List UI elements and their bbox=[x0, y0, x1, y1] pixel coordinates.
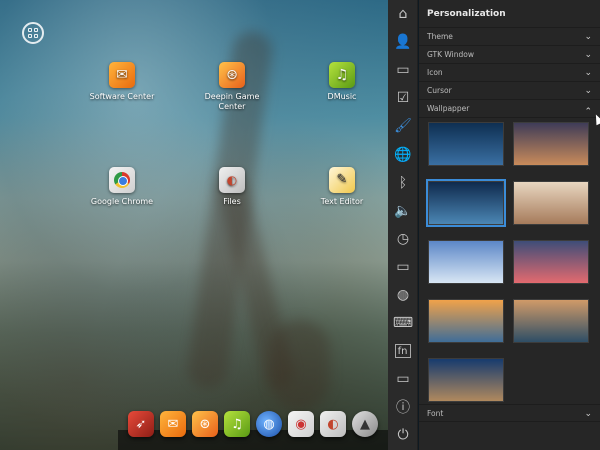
chevron-up-icon: ⌃ bbox=[584, 107, 592, 117]
desktop-icon-software-center[interactable]: ✉ Software Center bbox=[77, 62, 167, 102]
dock-files-icon[interactable]: ◐ bbox=[320, 411, 346, 437]
desktop-icon-label: Files bbox=[223, 197, 241, 206]
desktop-icon-label: Deepin Game Center bbox=[204, 92, 260, 111]
section-font[interactable]: Font ⌄ bbox=[419, 404, 600, 422]
dock-settings-icon[interactable]: ▲ bbox=[352, 411, 378, 437]
dmusic-icon: ♫ bbox=[329, 62, 355, 88]
chevron-down-icon: ⌄ bbox=[584, 32, 592, 42]
chevron-down-icon: ⌄ bbox=[584, 50, 592, 60]
software-center-icon: ✉ bbox=[109, 62, 135, 88]
network-icon[interactable]: 🌐 bbox=[388, 140, 418, 168]
section-cursor[interactable]: Cursor ⌄ bbox=[419, 82, 600, 100]
wallpaper-thumb-wind-turbines[interactable] bbox=[428, 240, 504, 284]
desktop-icon-google-chrome[interactable]: Google Chrome bbox=[77, 167, 167, 207]
dock-game-center-icon[interactable]: ⊛ bbox=[192, 411, 218, 437]
desktop-icon-label: Google Chrome bbox=[90, 197, 154, 206]
wallpaper-thumb-tree-night[interactable] bbox=[426, 179, 506, 227]
desktop-icon-files[interactable]: ◐ Files bbox=[187, 167, 277, 207]
chevron-down-icon: ⌄ bbox=[584, 409, 592, 419]
system-info-icon[interactable]: ▭ bbox=[388, 365, 418, 393]
section-theme[interactable]: Theme ⌄ bbox=[419, 28, 600, 46]
dock-dmusic-icon[interactable]: ♫ bbox=[224, 411, 250, 437]
sound-icon[interactable]: 🔈 bbox=[388, 197, 418, 225]
desktop-icon-label: Text Editor bbox=[320, 197, 364, 206]
desktop-icon-game-center[interactable]: ⊛ Deepin Game Center bbox=[187, 62, 277, 112]
font-icon[interactable]: fn bbox=[394, 344, 411, 359]
panel-title: Personalization bbox=[419, 0, 600, 28]
files-icon: ◐ bbox=[219, 167, 245, 193]
dock-browser-icon[interactable]: ◍ bbox=[256, 411, 282, 437]
game-center-icon: ⊛ bbox=[219, 62, 245, 88]
section-label: Theme bbox=[427, 32, 453, 41]
wallpaper-thumb-room-interior[interactable] bbox=[513, 181, 589, 225]
personalization-icon[interactable]: 🖌 bbox=[388, 112, 418, 140]
launcher-grid-button[interactable] bbox=[22, 22, 44, 44]
power-icon[interactable]: ▭ bbox=[388, 253, 418, 281]
home-icon[interactable]: ⌂ bbox=[388, 0, 418, 28]
wallpaper-grid bbox=[419, 118, 600, 404]
keyboard-icon[interactable]: ⌨ bbox=[388, 309, 418, 337]
wallpaper-thumb-sunset-hills[interactable] bbox=[513, 122, 589, 166]
section-icon[interactable]: Icon ⌄ bbox=[419, 64, 600, 82]
section-label: Font bbox=[427, 409, 444, 418]
chevron-down-icon: ⌄ bbox=[584, 86, 592, 96]
desktop: ✉ Software Center ⊛ Deepin Game Center ♫… bbox=[0, 0, 388, 450]
dock-chrome-icon[interactable]: ◉ bbox=[288, 411, 314, 437]
section-label: Wallpapper bbox=[427, 104, 470, 113]
time-icon[interactable]: ◷ bbox=[388, 225, 418, 253]
section-wallpaper[interactable]: Wallpapper ⌃ bbox=[419, 100, 600, 118]
desktop-icon-label: Software Center bbox=[89, 92, 155, 101]
dock-software-center-icon[interactable]: ✉ bbox=[160, 411, 186, 437]
wallpaper-thumb-pink-sky-tree[interactable] bbox=[513, 240, 589, 284]
desktop-icon-label: DMusic bbox=[327, 92, 357, 101]
section-label: GTK Window bbox=[427, 50, 474, 59]
section-gtk-window[interactable]: GTK Window ⌄ bbox=[419, 46, 600, 64]
wallpaper-thumb-rocky-coast[interactable] bbox=[513, 299, 589, 343]
desktop-icon-text-editor[interactable]: ✎ Text Editor bbox=[297, 167, 387, 207]
personalization-panel: Personalization Theme ⌄ GTK Window ⌄ Ico… bbox=[419, 0, 600, 450]
display-icon[interactable]: ▭ bbox=[388, 56, 418, 84]
bluetooth-icon[interactable]: ᛒ bbox=[388, 169, 418, 197]
wallpaper-thumb-rock-formation[interactable] bbox=[428, 358, 504, 402]
chrome-icon bbox=[109, 167, 135, 193]
default-apps-icon[interactable]: ☑ bbox=[388, 84, 418, 112]
shutdown-icon[interactable]: ⏻ bbox=[388, 421, 418, 449]
text-editor-icon: ✎ bbox=[329, 167, 355, 193]
account-icon[interactable]: 👤 bbox=[388, 28, 418, 56]
mouse-icon[interactable]: ◍ bbox=[388, 281, 418, 309]
dock-rocket-icon[interactable]: ➶ bbox=[128, 411, 154, 437]
desktop-icon-dmusic[interactable]: ♫ DMusic bbox=[297, 62, 387, 102]
wallpaper-thumb-starry-blue[interactable] bbox=[428, 122, 504, 166]
dock: ➶ ✉ ⊛ ♫ ◍ ◉ ◐ ▲ bbox=[124, 407, 388, 445]
wallpaper-thumb-golden-sea[interactable] bbox=[428, 299, 504, 343]
chevron-down-icon: ⌄ bbox=[584, 68, 592, 78]
section-label: Cursor bbox=[427, 86, 452, 95]
section-label: Icon bbox=[427, 68, 443, 77]
control-center-sidebar: ⌂ 👤 ▭ ☑ 🖌 🌐 ᛒ 🔈 ◷ ▭ ◍ ⌨ fn ▭ ⓘ ⏻ bbox=[388, 0, 418, 450]
info-icon[interactable]: ⓘ bbox=[388, 393, 418, 421]
grid-icon bbox=[28, 28, 38, 38]
